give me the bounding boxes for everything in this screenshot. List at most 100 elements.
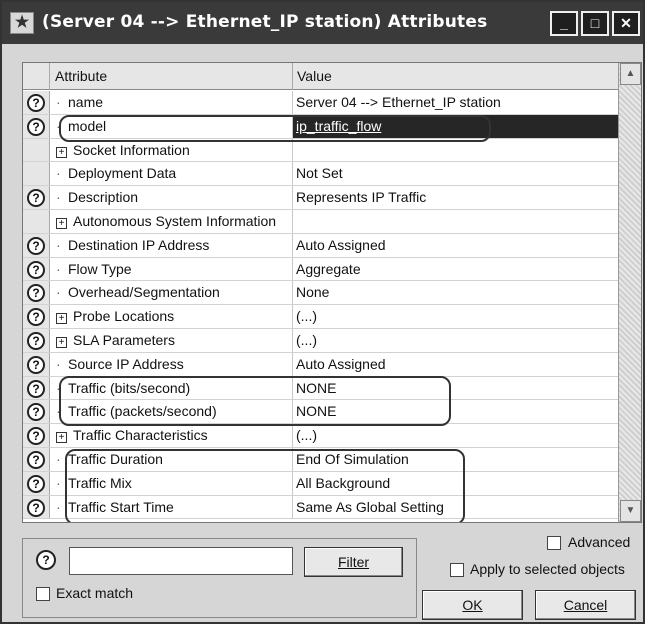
table-row[interactable]: ? · Overhead/Segmentation None	[23, 281, 618, 306]
attribute-cell[interactable]: · model	[50, 114, 293, 138]
header-blank-cell	[23, 63, 50, 90]
value-cell[interactable]: All Background	[293, 472, 618, 495]
advanced-checkbox[interactable]	[547, 536, 561, 550]
ok-button[interactable]: OK	[422, 590, 523, 620]
help-icon[interactable]: ?	[27, 117, 45, 136]
table-row[interactable]: ? · Traffic Duration End Of Simulation	[23, 447, 618, 472]
apply-selected-checkbox[interactable]	[450, 563, 464, 577]
attribute-cell[interactable]: · Flow Type	[50, 257, 293, 281]
filter-help-icon[interactable]: ?	[36, 550, 56, 570]
table-row[interactable]: ? · name Server 04 --> Ethernet_IP station	[23, 91, 618, 115]
help-icon[interactable]: ?	[27, 379, 45, 398]
table-row[interactable]: + Socket Information	[23, 138, 618, 163]
help-icon[interactable]: ?	[27, 355, 45, 374]
attribute-cell[interactable]: + Autonomous System Information	[50, 209, 293, 233]
value-cell[interactable]: (...)	[293, 305, 618, 328]
app-star-icon[interactable]: ★	[10, 12, 34, 34]
attribute-label: model	[68, 117, 107, 134]
value-cell[interactable]: Server 04 --> Ethernet_IP station	[293, 91, 618, 114]
tree-connector-icon: ·	[56, 165, 61, 182]
vertical-scrollbar[interactable]: ▲ ▼	[618, 63, 641, 522]
table-row[interactable]: · Deployment Data Not Set	[23, 162, 618, 187]
help-icon[interactable]: ?	[27, 474, 45, 493]
expand-plus-icon[interactable]: +	[56, 432, 67, 444]
attribute-cell[interactable]: + SLA Parameters	[50, 328, 293, 352]
cancel-button[interactable]: Cancel	[535, 590, 636, 620]
scroll-down-arrow-icon[interactable]: ▼	[620, 500, 641, 522]
attribute-cell[interactable]: · Description	[50, 186, 293, 209]
help-icon[interactable]: ?	[27, 427, 45, 446]
value-cell[interactable]: Auto Assigned	[293, 353, 618, 376]
help-icon[interactable]: ?	[27, 260, 45, 279]
column-header-attribute[interactable]: Attribute	[50, 63, 293, 90]
attribute-label: Traffic (packets/second)	[68, 403, 217, 420]
attribute-cell[interactable]: · Source IP Address	[50, 352, 293, 376]
value-text: NONE	[296, 379, 337, 396]
attribute-cell[interactable]: + Socket Information	[50, 138, 293, 162]
maximize-button[interactable]: □	[581, 11, 609, 36]
help-cell: ?	[23, 186, 50, 209]
value-cell[interactable]: Represents IP Traffic	[293, 186, 618, 209]
value-cell[interactable]: (...)	[293, 424, 618, 447]
value-cell[interactable]	[293, 210, 618, 233]
minimize-button[interactable]: _	[550, 11, 578, 36]
table-row[interactable]: ? · Traffic (packets/second) NONE	[23, 400, 618, 425]
value-cell[interactable]: End Of Simulation	[293, 448, 618, 471]
attribute-cell[interactable]: · Traffic (bits/second)	[50, 376, 293, 400]
attribute-cell[interactable]: · Traffic (packets/second)	[50, 400, 293, 424]
attribute-cell[interactable]: · Traffic Duration	[50, 447, 293, 471]
help-icon[interactable]: ?	[27, 189, 45, 208]
help-icon[interactable]: ?	[27, 331, 45, 350]
value-cell[interactable]: NONE	[293, 400, 618, 423]
value-cell[interactable]: None	[293, 281, 618, 304]
help-icon[interactable]: ?	[27, 498, 45, 517]
table-row[interactable]: ? · Description Represents IP Traffic	[23, 186, 618, 210]
attribute-cell[interactable]: · Deployment Data	[50, 162, 293, 186]
table-row[interactable]: ? · Traffic Start Time Same As Global Setti…	[23, 495, 618, 520]
expand-plus-icon[interactable]: +	[56, 146, 67, 158]
title-bar[interactable]: ★ (Server 04 --> Ethernet_IP station) At…	[2, 2, 643, 44]
expand-plus-icon[interactable]: +	[56, 313, 67, 325]
table-row[interactable]: ? · Traffic Mix All Background	[23, 471, 618, 496]
close-button[interactable]: ✕	[612, 11, 640, 36]
help-icon[interactable]: ?	[27, 450, 45, 469]
attribute-cell[interactable]: · Traffic Start Time	[50, 495, 293, 519]
table-row[interactable]: ? · Source IP Address Auto Assigned	[23, 352, 618, 377]
filter-input[interactable]	[69, 547, 293, 575]
attribute-cell[interactable]: · Destination IP Address	[50, 233, 293, 257]
value-cell[interactable]	[293, 139, 618, 162]
expand-plus-icon[interactable]: +	[56, 217, 67, 229]
value-cell[interactable]: Auto Assigned	[293, 234, 618, 257]
attribute-cell[interactable]: · Traffic Mix	[50, 471, 293, 495]
help-icon[interactable]: ?	[27, 403, 45, 422]
value-cell[interactable]: ip_traffic_flow	[293, 114, 618, 138]
attribute-cell[interactable]: + Traffic Characteristics	[50, 424, 293, 447]
attribute-cell[interactable]: + Probe Locations	[50, 305, 293, 328]
help-icon[interactable]: ?	[27, 94, 45, 112]
scroll-up-arrow-icon[interactable]: ▲	[620, 63, 641, 85]
help-icon[interactable]: ?	[27, 236, 45, 255]
value-cell[interactable]: Same As Global Setting	[293, 496, 618, 519]
table-row[interactable]: ? + Traffic Characteristics (...)	[23, 424, 618, 448]
value-cell[interactable]: (...)	[293, 329, 618, 352]
table-row[interactable]: + Autonomous System Information	[23, 209, 618, 234]
value-cell[interactable]: Not Set	[293, 162, 618, 185]
help-icon[interactable]: ?	[27, 308, 45, 327]
table-row[interactable]: ? · Flow Type Aggregate	[23, 257, 618, 282]
expand-plus-icon[interactable]: +	[56, 336, 67, 348]
apply-selected-label: Apply to selected objects	[470, 561, 625, 577]
attribute-cell[interactable]: · Overhead/Segmentation	[50, 281, 293, 305]
table-row[interactable]: ? + SLA Parameters (...)	[23, 328, 618, 353]
table-row[interactable]: ? · model ip_traffic_flow	[23, 114, 618, 139]
exact-match-checkbox[interactable]	[36, 587, 50, 601]
table-row[interactable]: ? + Probe Locations (...)	[23, 305, 618, 329]
table-row[interactable]: ? · Traffic (bits/second) NONE	[23, 376, 618, 401]
column-header-value[interactable]: Value	[293, 63, 618, 90]
table-row[interactable]: ? · Destination IP Address Auto Assigned	[23, 233, 618, 258]
value-cell[interactable]: NONE	[293, 377, 618, 400]
value-cell[interactable]: Aggregate	[293, 258, 618, 281]
attribute-cell[interactable]: · name	[50, 91, 293, 114]
filter-button[interactable]: Filter	[304, 547, 403, 577]
help-cell: ?	[23, 495, 50, 519]
help-icon[interactable]: ?	[27, 284, 45, 303]
